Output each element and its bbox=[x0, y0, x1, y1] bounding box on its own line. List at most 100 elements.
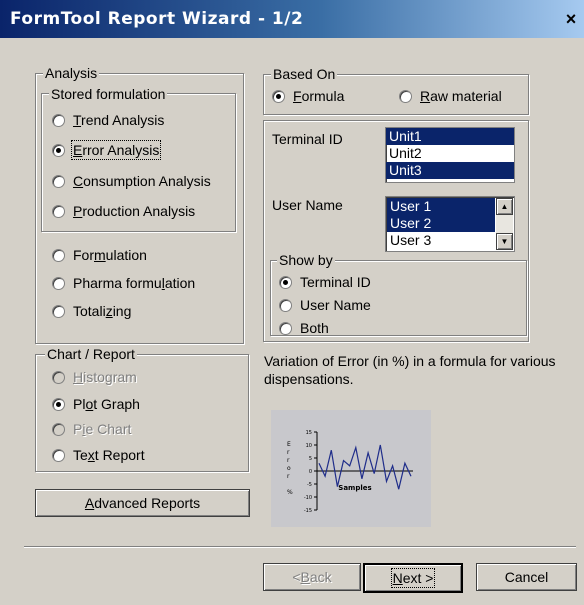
radio-button-icon[interactable] bbox=[52, 370, 65, 384]
radio-button-icon[interactable] bbox=[279, 275, 292, 289]
radio-show-user-name[interactable]: User Name bbox=[279, 297, 371, 313]
radio-show-terminal-id-label: Terminal ID bbox=[300, 274, 371, 290]
user-scrollbar[interactable]: ▲ ▼ bbox=[496, 198, 513, 250]
radio-text-report-label: Text Report bbox=[73, 447, 145, 463]
radio-totalizing[interactable]: Totalizing bbox=[52, 303, 131, 319]
radio-button-icon[interactable] bbox=[279, 298, 292, 312]
radio-button-icon[interactable] bbox=[52, 174, 65, 188]
radio-error-analysis-mnemonic: E bbox=[73, 142, 83, 158]
radio-error-analysis-label: Error Analysis bbox=[70, 140, 162, 160]
show-by-legend: Show by bbox=[277, 252, 335, 268]
advanced-reports-mnemonic: A bbox=[84, 495, 95, 511]
preview-y-axis-letter: E bbox=[287, 441, 291, 448]
preview-series-line bbox=[318, 444, 412, 490]
next-button[interactable]: Next > bbox=[363, 563, 463, 593]
preview-graph: 15 10 5 0 -5 -10 -15 Er r o r% Samples bbox=[271, 410, 431, 527]
next-mnemonic: N bbox=[392, 570, 403, 586]
terminal-list-item[interactable]: Unit2 bbox=[386, 145, 514, 162]
radio-trend-analysis[interactable]: Trend Analysis bbox=[52, 112, 164, 128]
radio-error-analysis-rest: rror Analysis bbox=[82, 142, 160, 158]
terminal-id-label: Terminal ID bbox=[272, 131, 343, 147]
radio-production-analysis[interactable]: Production Analysis bbox=[52, 203, 195, 219]
back-rest: ack bbox=[309, 569, 332, 585]
radio-button-icon[interactable] bbox=[279, 321, 292, 335]
radio-formula[interactable]: Formula bbox=[272, 88, 344, 104]
scroll-up-icon[interactable]: ▲ bbox=[496, 198, 513, 215]
preview-y-tick-label: 5 bbox=[309, 456, 312, 462]
window-title: FormTool Report Wizard - 1/2 bbox=[10, 9, 304, 29]
preview-y-axis-letter: r bbox=[287, 457, 290, 464]
radio-histogram-label: Histogram bbox=[73, 369, 137, 385]
radio-pharma-formulation[interactable]: Pharma formulation bbox=[52, 275, 195, 291]
advanced-reports-rest: dvanced Reports bbox=[94, 495, 201, 511]
scroll-down-icon[interactable]: ▼ bbox=[496, 233, 513, 250]
radio-button-icon[interactable] bbox=[52, 448, 65, 462]
radio-totalizing-mnemonic: z bbox=[105, 303, 113, 319]
preview-y-tick-label: 15 bbox=[306, 430, 312, 436]
preview-y-tick-label: -10 bbox=[304, 495, 312, 501]
radio-show-both[interactable]: Both bbox=[279, 320, 329, 336]
footer-separator bbox=[24, 546, 576, 548]
advanced-reports-button[interactable]: Advanced Reports bbox=[35, 489, 250, 517]
preview-y-tick-label: 10 bbox=[306, 443, 312, 449]
radio-histogram: Histogram bbox=[52, 369, 137, 385]
radio-button-icon[interactable] bbox=[52, 422, 65, 436]
radio-text-report-rest: t Report bbox=[94, 447, 145, 463]
preview-y-tick-label: -5 bbox=[307, 482, 312, 488]
radio-production-analysis-mnemonic: P bbox=[73, 203, 83, 219]
radio-text-report[interactable]: Text Report bbox=[52, 447, 145, 463]
analysis-legend: Analysis bbox=[43, 65, 100, 81]
radio-formulation-mnemonic: m bbox=[94, 247, 106, 263]
radio-button-icon[interactable] bbox=[52, 143, 65, 157]
radio-consumption-analysis[interactable]: Consumption Analysis bbox=[52, 173, 211, 189]
radio-plot-graph-label: Plot Graph bbox=[73, 396, 140, 412]
radio-raw-material-mnemonic: R bbox=[420, 88, 431, 104]
radio-error-analysis[interactable]: Error Analysis bbox=[52, 140, 162, 160]
radio-text-report-mnemonic: x bbox=[87, 447, 95, 463]
radio-raw-material[interactable]: Raw material bbox=[399, 88, 502, 104]
radio-consumption-analysis-mnemonic: C bbox=[73, 173, 84, 189]
radio-button-icon[interactable] bbox=[52, 113, 65, 127]
radio-trend-analysis-rest: rend Analysis bbox=[81, 112, 165, 128]
close-icon[interactable]: × bbox=[562, 10, 580, 28]
radio-plot-graph-rest: t Graph bbox=[93, 396, 140, 412]
radio-show-both-text: Both bbox=[300, 320, 329, 336]
radio-formula-mnemonic: F bbox=[293, 88, 302, 104]
radio-show-terminal-id-text: Terminal ID bbox=[300, 274, 371, 290]
terminal-list-item[interactable]: Unit1 bbox=[386, 128, 514, 145]
radio-show-user-name-text: User Name bbox=[300, 297, 371, 313]
radio-totalizing-rest: ing bbox=[112, 303, 132, 319]
radio-show-terminal-id[interactable]: Terminal ID bbox=[279, 274, 371, 290]
radio-button-icon[interactable] bbox=[272, 89, 285, 103]
terminal-list-item[interactable]: Unit3 bbox=[386, 162, 514, 179]
radio-button-icon[interactable] bbox=[52, 304, 65, 318]
radio-formulation[interactable]: Formulation bbox=[52, 247, 147, 263]
user-list-item[interactable]: User 2 bbox=[387, 215, 495, 232]
radio-consumption-analysis-rest: onsumption Analysis bbox=[83, 173, 211, 189]
radio-button-icon[interactable] bbox=[52, 276, 65, 290]
radio-plot-graph[interactable]: Plot Graph bbox=[52, 396, 140, 412]
radio-pharma-formulation-rest: ation bbox=[164, 275, 196, 291]
preview-y-axis-letter: % bbox=[287, 489, 293, 496]
radio-production-analysis-label: Production Analysis bbox=[73, 203, 195, 219]
preview-graph-svg: 151050-5-10-15Error%Samples bbox=[287, 430, 413, 514]
radio-plot-graph-prefix: Pl bbox=[73, 396, 86, 412]
back-button[interactable]: < Back bbox=[263, 563, 361, 591]
stored-formulation-legend: Stored formulation bbox=[49, 86, 168, 102]
preview-y-axis-letter: o bbox=[287, 465, 291, 472]
cancel-button[interactable]: Cancel bbox=[476, 563, 577, 591]
back-mnemonic: B bbox=[300, 569, 310, 585]
user-list-item[interactable]: User 1 bbox=[387, 198, 495, 215]
radio-button-icon[interactable] bbox=[52, 204, 65, 218]
radio-button-icon[interactable] bbox=[399, 89, 412, 103]
user-name-label: User Name bbox=[272, 197, 343, 213]
user-list-item[interactable]: User 3 bbox=[387, 232, 495, 249]
terminal-id-listbox[interactable]: Unit1 Unit2 Unit3 bbox=[385, 127, 515, 183]
radio-show-user-name-label: User Name bbox=[300, 297, 371, 313]
user-name-listbox[interactable]: User 1 User 2 User 3 ▲ ▼ bbox=[385, 196, 515, 252]
title-bar: FormTool Report Wizard - 1/2 × bbox=[0, 0, 584, 38]
radio-button-icon[interactable] bbox=[52, 397, 65, 411]
radio-formula-label: Formula bbox=[293, 88, 344, 104]
radio-pharma-formulation-label: Pharma formulation bbox=[73, 275, 195, 291]
radio-button-icon[interactable] bbox=[52, 248, 65, 262]
